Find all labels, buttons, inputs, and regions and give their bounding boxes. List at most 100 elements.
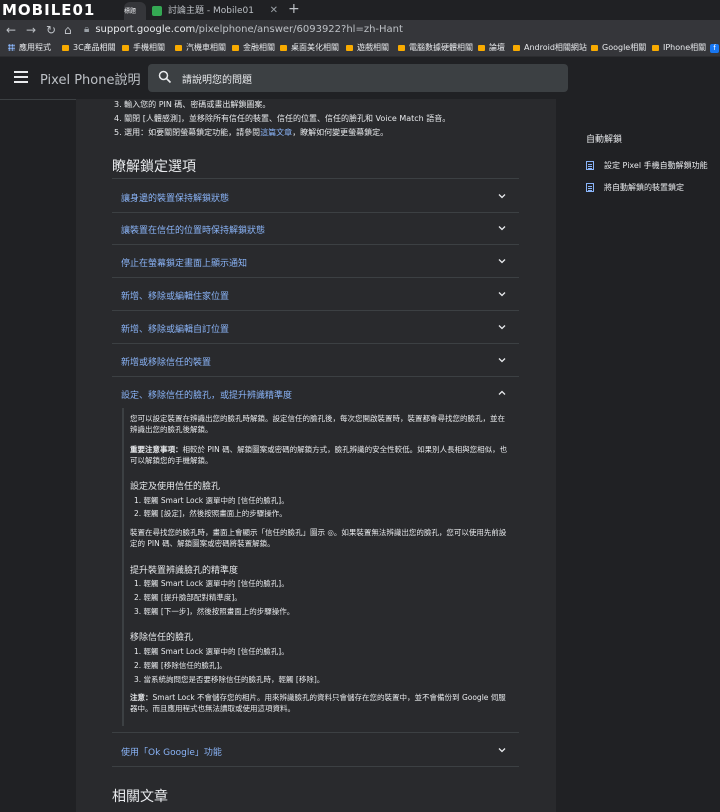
chevron-down-icon <box>498 358 506 363</box>
bookmark-label: 桌面美化相關 <box>291 43 339 52</box>
facebook-icon: f <box>710 44 719 53</box>
bookmark-folder[interactable]: Android相關網站 <box>513 40 587 56</box>
folder-icon <box>122 44 129 51</box>
chevron-down-icon <box>498 226 506 231</box>
related-articles-title: 相關文章 <box>112 789 168 805</box>
folder-icon <box>513 44 520 51</box>
bookmark-label: 汽機車相關 <box>186 43 226 52</box>
accordion-label: 使用「Ok Google」功能 <box>121 748 222 758</box>
forward-icon[interactable]: → <box>26 20 36 40</box>
accordion-item[interactable]: 讓裝置在信任的位置時保持解鎖狀態 <box>112 211 519 245</box>
document-icon <box>586 161 594 170</box>
search-placeholder: 請說明您的問題 <box>182 75 252 86</box>
site-title[interactable]: Pixel Phone說明 <box>40 69 140 88</box>
list-item: 2. 輕觸 [設定]，然後按照畫面上的步驟操作。 <box>134 509 287 518</box>
list-item: 3. 輕觸 [下一步]，然後按照畫面上的步驟操作。 <box>134 607 295 616</box>
accordion-item[interactable]: 使用「Ok Google」功能 <box>112 732 519 767</box>
bookmark-label: 應用程式 <box>19 43 51 52</box>
facebook-bookmark[interactable]: f <box>710 40 719 56</box>
bookmark-folder[interactable]: Google相關 <box>591 40 646 56</box>
toc-item-label: 設定 Pixel 手機自動解鎖功能 <box>604 161 708 170</box>
chevron-down-icon <box>498 325 506 330</box>
mobile01-favicon-icon <box>152 6 162 16</box>
toc-item[interactable]: 將自動解鎖的裝置鎖定 <box>586 182 684 193</box>
bookmark-label: 電腦數據硬體相關 <box>409 43 473 52</box>
apps-icon <box>8 44 15 51</box>
list-item: 3. 當系統詢問您是否要移除信任的臉孔時，輕觸 [移除]。 <box>134 675 325 684</box>
accordion-item[interactable]: 停止在螢幕鎖定畫面上顯示通知 <box>112 244 519 278</box>
bookmark-folder[interactable]: 桌面美化相關 <box>280 40 339 56</box>
list-item: 1. 輕觸 Smart Lock 選單中的 [信任的臉孔]。 <box>134 647 289 656</box>
accordion-item[interactable]: 新增或移除信任的裝置 <box>112 343 519 377</box>
bookmark-folder[interactable]: 電腦數據硬體相關 <box>398 40 473 56</box>
accordion-item[interactable]: 讓身邊的裝置保持解鎖狀態 <box>112 178 519 213</box>
accordion-label: 讓身邊的裝置保持解鎖狀態 <box>121 194 230 204</box>
new-tab-button[interactable]: + <box>288 1 300 17</box>
accordion-item[interactable]: 新增、移除或編輯住家位置 <box>112 277 519 311</box>
tab-current[interactable]: 標題 <box>124 2 146 20</box>
chevron-down-icon <box>498 748 506 753</box>
note-text: Smart Lock 不會儲存您的相片。用來辨識臉孔的資料只會儲存在您的裝置中，… <box>130 693 506 713</box>
accordion-label: 停止在螢幕鎖定畫面上顯示通知 <box>121 259 248 269</box>
bookmarks-bar: 應用程式 3C產品相關 手機相關 汽機車相關 金融相關 桌面美化相關 遊戲相關 … <box>0 40 720 57</box>
close-tab-icon[interactable]: ✕ <box>270 2 278 20</box>
address-bar[interactable]: 🔒︎ support.google.com/pixelphone/answer/6… <box>84 22 714 38</box>
tab-title: 討論主題 - Mobile01 <box>168 6 254 16</box>
bookmark-folder[interactable]: 金融相關 <box>232 40 275 56</box>
folder-icon <box>62 44 69 51</box>
folder-icon <box>346 44 353 51</box>
bookmark-label: 論壇 <box>489 43 505 52</box>
menu-icon[interactable] <box>14 71 28 83</box>
article-link[interactable]: 這篇文章 <box>260 128 292 137</box>
subheading: 設定及使用信任的臉孔 <box>130 482 221 492</box>
folder-icon <box>175 44 182 51</box>
accordion-label: 新增或移除信任的裝置 <box>121 358 212 368</box>
accordion-label: 設定、移除信任的臉孔，或提升辨識精準度 <box>121 391 293 401</box>
folder-icon <box>280 44 287 51</box>
url-host: support.google.com <box>95 24 196 35</box>
bookmark-label: 遊戲相關 <box>357 43 389 52</box>
note-label: 注意： <box>130 693 153 702</box>
browser-tab-strip: MOBILE01 標題 討論主題 - Mobile01 ✕ + <box>0 0 720 20</box>
bookmark-folder[interactable]: 3C產品相關 <box>62 40 116 56</box>
back-icon[interactable]: ← <box>6 20 16 40</box>
toc-item[interactable]: 設定 Pixel 手機自動解鎖功能 <box>586 160 708 171</box>
chevron-up-icon <box>498 390 506 395</box>
subheading: 提升裝置辨識臉孔的精準度 <box>130 566 239 576</box>
chevron-down-icon <box>498 259 506 264</box>
list-item: 1. 輕觸 Smart Lock 選單中的 [信任的臉孔]。 <box>134 579 289 588</box>
important-label: 重要注意事項： <box>130 445 183 454</box>
accordion-item-expanded[interactable]: 設定、移除信任的臉孔，或提升辨識精準度 <box>112 376 519 409</box>
browser-toolbar: ← → ↻ ⌂ 🔒︎ support.google.com/pixelphone/… <box>0 20 720 40</box>
bookmark-label: 3C產品相關 <box>73 43 116 52</box>
folder-icon <box>398 44 405 51</box>
home-icon[interactable]: ⌂ <box>64 20 72 40</box>
note-paragraph: 注意：Smart Lock 不會儲存您的相片。用來辨識臉孔的資料只會儲存在您的裝… <box>130 692 510 714</box>
bookmark-folder[interactable]: 論壇 <box>478 40 505 56</box>
help-center-header: Pixel Phone說明 請說明您的問題 <box>0 57 720 100</box>
section-title: 瞭解鎖定選項 <box>112 159 196 175</box>
important-text: 相較於 PIN 碼、解鎖圖案或密碼的解鎖方式，臉孔辨識的安全性較低。如果別人長相… <box>130 445 508 465</box>
sidebar <box>556 99 720 812</box>
search-icon <box>158 70 172 84</box>
list-item: 2. 輕觸 [移除信任的臉孔]。 <box>134 661 227 670</box>
tab-mobile01[interactable]: 討論主題 - Mobile01 ✕ <box>146 2 284 20</box>
lock-icon: 🔒︎ <box>84 24 90 35</box>
bookmark-folder[interactable]: 汽機車相關 <box>175 40 226 56</box>
bookmark-folder[interactable]: IPhone相關 <box>652 40 706 56</box>
bookmark-folder[interactable]: 遊戲相關 <box>346 40 389 56</box>
step-item: 3. 輸入您的 PIN 碼、密碼或畫出解鎖圖案。 <box>114 100 271 109</box>
chevron-down-icon <box>498 194 506 199</box>
folder-icon <box>591 44 598 51</box>
step-text: ，瞭解如何變更螢幕鎖定。 <box>292 128 389 137</box>
bookmark-label: Android相關網站 <box>524 43 587 52</box>
accordion-item[interactable]: 新增、移除或編輯自訂位置 <box>112 310 519 344</box>
toc-title: 自動解鎖 <box>586 135 623 145</box>
bookmark-apps[interactable]: 應用程式 <box>8 40 51 56</box>
accordion-label: 新增、移除或編輯住家位置 <box>121 292 230 302</box>
bookmark-folder[interactable]: 手機相關 <box>122 40 165 56</box>
search-input[interactable]: 請說明您的問題 <box>148 64 568 92</box>
reload-icon[interactable]: ↻ <box>46 20 56 40</box>
intro-paragraph: 您可以設定裝置在辨識出您的臉孔時解鎖。設定信任的臉孔後，每次您開啟裝置時，裝置都… <box>130 414 505 434</box>
bookmark-label: IPhone相關 <box>663 43 707 52</box>
